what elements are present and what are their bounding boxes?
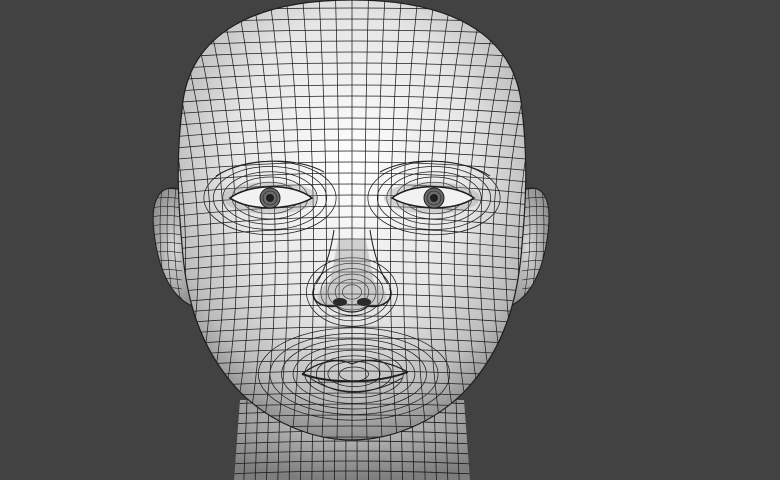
head-wireframe-render bbox=[152, 0, 550, 480]
viewport bbox=[0, 0, 780, 480]
